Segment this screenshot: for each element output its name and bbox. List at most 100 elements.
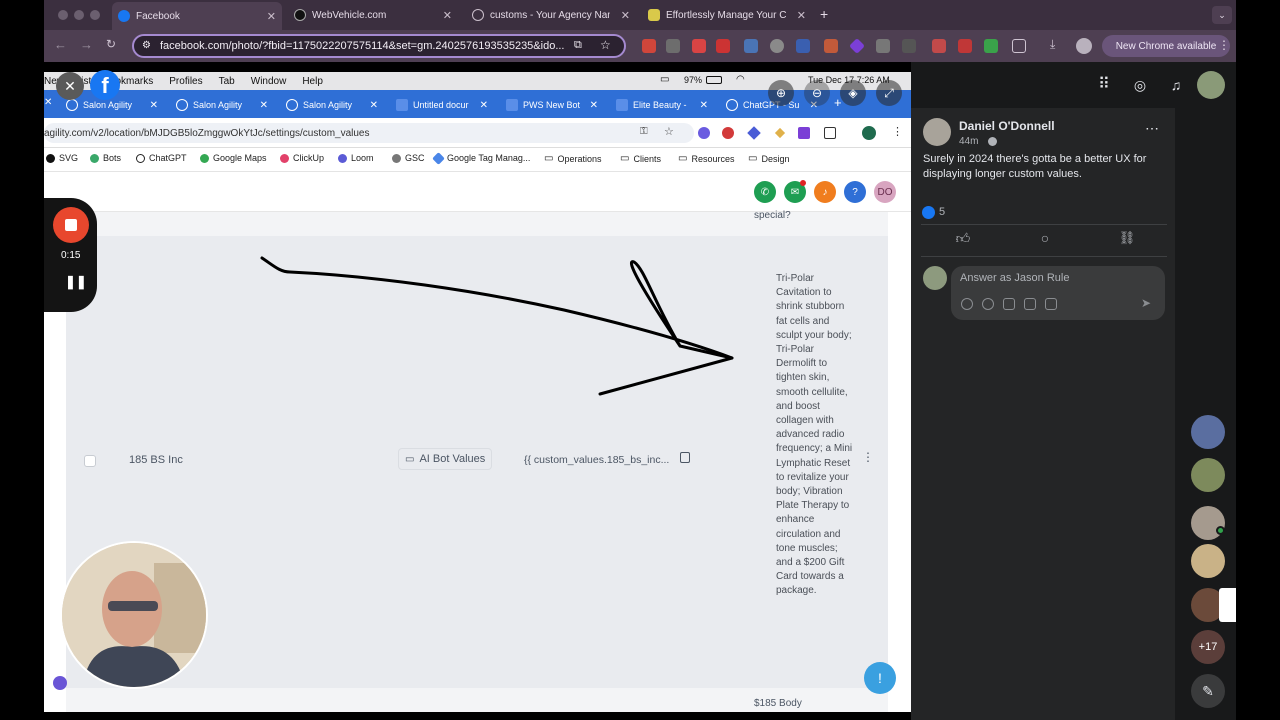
extension-icon[interactable] [744,39,758,53]
webcam-bubble[interactable] [60,541,208,689]
emoji-icon[interactable] [982,298,994,310]
tab-search-icon[interactable]: ⌄ [1212,6,1232,24]
window-close-control[interactable] [58,10,68,20]
tag-icon[interactable]: ◈ [840,80,866,106]
presenter-video [62,543,206,687]
extension-icon[interactable] [876,39,890,53]
share-link-button[interactable]: ⛓ [1115,230,1139,250]
browser-tab-facebook[interactable]: Facebook ✕ [112,2,282,30]
menu-grid-icon[interactable]: ⠿ [1093,74,1115,96]
extension-icon[interactable] [716,39,730,53]
close-icon[interactable]: ✕ [267,10,276,23]
camera-icon[interactable] [1003,298,1015,310]
extension-icon[interactable] [770,39,784,53]
more-contacts-count: +17 [1198,641,1218,653]
tab-label: WebVehicle.com [312,9,387,21]
site-info-icon[interactable]: ⚙ [142,40,151,51]
post-details-panel: Daniel O'Donnell 44m ⋯ Surely in 2024 th… [911,108,1175,720]
download-icon[interactable]: ⤓ [1050,37,1055,52]
extension-icon[interactable] [796,39,810,53]
tab-label: Effortlessly Manage Your Cu [666,9,786,21]
contact-avatar[interactable] [1191,544,1225,578]
group-chat-avatar[interactable] [1191,415,1225,449]
messenger-icon[interactable]: ◎ [1129,74,1151,96]
side-tab-handle[interactable] [1219,588,1236,622]
install-icon[interactable]: ⧉ [574,39,582,52]
extension-icon[interactable] [824,39,838,53]
shield-icon [648,9,660,21]
window-zoom-control[interactable] [90,10,100,20]
contact-avatar[interactable] [1191,458,1225,492]
facebook-icon [118,10,130,22]
browser-tab-customs[interactable]: customs - Your Agency Name ✕ [466,4,636,26]
tab-label: Facebook [136,10,180,22]
browser-toolbar: ← → ↻ ⚙ facebook.com/photo/?fbid=1175022… [44,30,1236,62]
divider [921,256,1167,257]
recording-time: 0:15 [61,250,81,261]
extension-icon[interactable] [666,39,680,53]
close-icon[interactable]: ✕ [797,9,806,22]
gif-icon[interactable] [1024,298,1036,310]
online-status-dot [1216,526,1225,535]
avatar-sticker-icon[interactable] [961,298,973,310]
facebook-top-bar: ⠿ ◎ ♫ [911,62,1236,108]
audience-icon [988,137,997,146]
webvehicle-icon [294,9,306,21]
close-photo-button[interactable]: ✕ [56,72,84,100]
recording-controls: 0:15 ❚❚ [44,198,97,312]
address-text: facebook.com/photo/?fbid=117502220757511… [160,40,565,52]
zoom-in-icon[interactable]: ⊕ [768,80,794,106]
extension-icon[interactable] [642,39,656,53]
stop-icon [65,219,77,231]
author-name[interactable]: Daniel O'Donnell [959,119,1055,133]
like-reaction-icon [922,206,935,219]
arrow-head [598,260,734,396]
account-avatar[interactable] [1197,71,1225,99]
back-icon[interactable]: ← [54,37,67,52]
extension-icon[interactable] [902,39,916,53]
author-avatar[interactable] [923,118,951,146]
post-time[interactable]: 44m [959,136,978,147]
new-message-button[interactable]: ✎ [1191,674,1225,708]
reload-icon[interactable]: ↻ [106,37,116,51]
reaction-count[interactable]: 5 [939,206,945,218]
send-icon[interactable]: ➤ [1141,296,1151,310]
comment-input[interactable]: Answer as Jason Rule ➤ [951,266,1165,320]
loom-logo-icon[interactable] [53,676,67,690]
extension-icon[interactable] [692,39,706,53]
forward-icon[interactable]: → [80,37,93,52]
extension-icon[interactable] [932,39,946,53]
new-tab-icon[interactable]: + [820,6,828,22]
post-options-icon[interactable]: ⋯ [1145,120,1159,137]
zoom-out-icon[interactable]: ⊖ [804,80,830,106]
profile-avatar[interactable] [1076,38,1092,54]
comment-placeholder: Answer as Jason Rule [960,272,1070,284]
fullscreen-icon[interactable]: ⤢ [876,80,902,106]
new-chrome-label: New Chrome available [1115,40,1217,52]
bookmark-star-icon[interactable]: ☆ [600,38,611,52]
address-bar[interactable]: ⚙ facebook.com/photo/?fbid=1175022207575… [132,34,626,58]
facebook-logo-icon[interactable]: f [90,70,120,100]
post-text: Surely in 2024 there's gotta be a better… [923,153,1147,180]
tab-label: customs - Your Agency Name [490,9,610,21]
close-icon[interactable]: ✕ [443,9,452,22]
notifications-bell-icon[interactable]: ♫ [1165,74,1187,96]
extension-icon[interactable] [984,39,998,53]
new-chrome-available-button[interactable]: New Chrome available [1102,35,1230,57]
more-contacts-button[interactable]: +17 [1191,630,1225,664]
sticker-icon[interactable] [1045,298,1057,310]
extension-icon[interactable] [849,38,865,54]
comment-button[interactable]: ○ [1033,230,1057,250]
browser-tab-effortlessly[interactable]: Effortlessly Manage Your Cu ✕ [642,4,812,26]
screen-top-margin [44,62,911,72]
close-icon[interactable]: ✕ [621,9,630,22]
extensions-puzzle-icon[interactable] [1012,39,1026,53]
commenter-avatar [923,266,947,290]
like-button[interactable]: 👍︎ [951,230,975,250]
extension-icon[interactable] [958,39,972,53]
browser-tab-webvehicle[interactable]: WebVehicle.com ✕ [288,4,458,26]
pause-icon[interactable]: ❚❚ [65,274,87,290]
arrow-stroke [260,256,734,360]
window-minimize-control[interactable] [74,10,84,20]
browser-menu-icon[interactable]: ⋮ [1218,38,1230,52]
